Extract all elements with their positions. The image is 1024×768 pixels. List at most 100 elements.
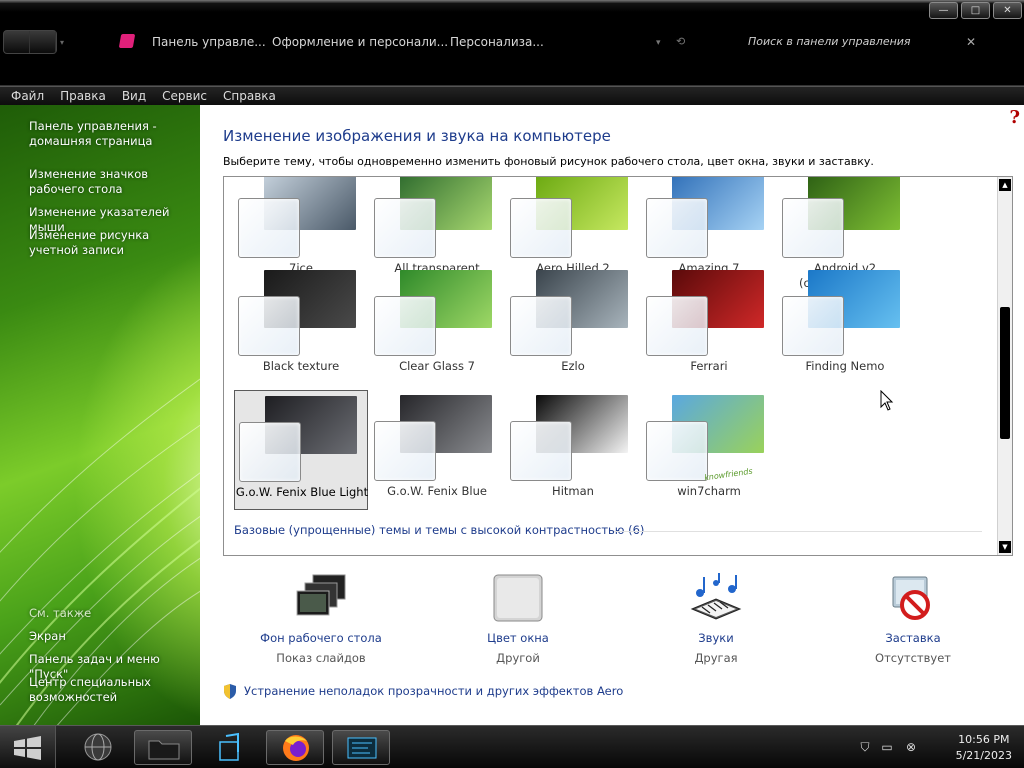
breadcrumb-appearance[interactable]: Оформление и персонали... [272,35,448,49]
see-also-ease-of-access[interactable]: Центр специальных возможностей [29,675,197,705]
title-bar: — □ ✕ ▾ Панель управле... Оформление и п… [0,0,1024,86]
clock[interactable]: 10:56 PM 5/21/2023 [956,732,1012,764]
firefox-icon [283,735,309,761]
theme-item[interactable]: Finding Nemo [778,265,912,385]
back-forward-buttons[interactable] [3,30,57,54]
system-tray: ⛉ ▭ ⊗ 10:56 PM 5/21/2023 [848,726,1024,768]
page-title: Изменение изображения и звука на компьют… [223,127,611,145]
theme-color-swatch [238,296,300,356]
maximize-button[interactable]: □ [961,2,990,19]
theme-label: Ezlo [561,359,585,373]
theme-preview [506,177,640,258]
theme-preview [642,265,776,356]
desktop-background-title[interactable]: Фон рабочего стола [246,631,396,646]
theme-item[interactable]: Ferrari [642,265,776,385]
network-icon[interactable]: ▭ [880,740,894,754]
globe-icon [84,733,112,761]
action-center-icon[interactable]: ⛉ [858,740,872,754]
see-also-display[interactable]: Экран [29,629,197,644]
control-panel-icon [347,737,377,759]
theme-preview [642,177,776,258]
sidebar-link-desktop-icons[interactable]: Изменение значков рабочего стола [29,167,197,197]
breadcrumb-personalization[interactable]: Персонализа... [450,35,544,49]
refresh-icon[interactable]: ⟲ [676,35,685,48]
taskbar-network-globe[interactable] [76,730,120,765]
menu-tools[interactable]: Сервис [154,87,215,105]
theme-preview [506,265,640,356]
theme-item[interactable]: Ezlo [506,265,640,385]
taskbar-control-panel[interactable] [332,730,390,765]
theme-color-swatch [646,198,708,258]
recent-pages-dropdown[interactable]: ▾ [60,38,64,47]
see-also-label: См. также [29,606,92,620]
address-dropdown-icon[interactable]: ▾ [656,38,661,48]
theme-preview [235,391,369,482]
theme-label: win7charm [677,484,741,498]
theme-item[interactable]: Hitman [506,390,640,510]
windows-logo-icon [14,736,41,760]
menu-help[interactable]: Справка [215,87,284,105]
screensaver-setting[interactable]: Заставка Отсутствует [838,573,988,666]
window-color-setting[interactable]: Цвет окна Другой [443,573,593,666]
theme-label: G.o.W. Fenix Blue Light [235,485,369,499]
theme-label: Hitman [552,484,594,498]
theme-preview [370,177,504,258]
menu-view[interactable]: Вид [114,87,154,105]
theme-label: Black texture [262,359,340,373]
themes-scrollbar[interactable]: ▲ ▼ [997,177,1012,555]
scroll-up-arrow[interactable]: ▲ [999,179,1011,191]
close-button[interactable]: ✕ [993,2,1022,19]
theme-item[interactable]: win7charm knowfriends [642,390,776,510]
sidebar-link-home[interactable]: Панель управления - домашняя страница [29,119,197,149]
taskbar-media[interactable] [208,730,252,765]
main-content: ? Изменение изображения и звука на компь… [200,105,1024,725]
basic-themes-link[interactable]: Базовые (упрощенные) темы и темы с высок… [234,523,644,537]
theme-preview [370,265,504,356]
screensaver-title[interactable]: Заставка [838,631,988,646]
back-button[interactable] [4,31,30,53]
theme-label: Ferrari [690,359,728,373]
theme-color-swatch [510,198,572,258]
menu-edit[interactable]: Правка [52,87,114,105]
window-color-title[interactable]: Цвет окна [443,631,593,646]
taskbar: ⛉ ▭ ⊗ 10:56 PM 5/21/2023 [0,725,1024,768]
help-icon[interactable]: ? [1009,107,1020,128]
forward-button[interactable] [30,31,56,53]
start-button[interactable] [0,726,56,768]
aero-troubleshoot-link[interactable]: Устранение неполадок прозрачности и друг… [223,684,623,699]
minimize-button[interactable]: — [929,2,958,19]
theme-label: G.o.W. Fenix Blue [387,484,487,498]
scroll-down-arrow[interactable]: ▼ [999,541,1011,553]
control-panel-icon [118,34,136,48]
sidebar: Панель управления - домашняя страница Из… [0,105,200,725]
theme-color-swatch [374,421,436,481]
sidebar-link-account-picture[interactable]: Изменение рисунка учетной записи [29,228,197,258]
search-clear-icon[interactable]: ✕ [966,35,976,49]
scroll-thumb[interactable] [1000,307,1010,439]
sounds-setting[interactable]: Звуки Другая [641,573,791,666]
volume-muted-icon[interactable]: ⊗ [904,740,918,754]
window-controls: — □ ✕ [929,2,1022,19]
desktop-background-value: Показ слайдов [276,651,366,665]
theme-preview [234,177,368,258]
breadcrumb-control-panel[interactable]: Панель управле... [152,35,266,49]
theme-item[interactable]: Clear Glass 7 [370,265,504,385]
theme-item[interactable]: Black texture [234,265,368,385]
screensaver-value: Отсутствует [875,651,951,665]
sounds-title[interactable]: Звуки [641,631,791,646]
theme-preview [778,265,912,356]
mouse-cursor-icon [880,390,894,411]
theme-item[interactable]: G.o.W. Fenix Blue [370,390,504,510]
shield-icon [224,684,236,699]
menu-file[interactable]: Файл [3,87,52,105]
theme-label: Finding Nemo [805,359,885,373]
taskbar-firefox[interactable] [266,730,324,765]
theme-color-swatch [374,198,436,258]
theme-item[interactable]: G.o.W. Fenix Blue Light [234,390,368,510]
divider [614,531,982,532]
search-input[interactable]: Поиск в панели управления [748,35,948,48]
taskbar-explorer[interactable] [134,730,192,765]
theme-color-swatch [646,421,708,481]
aero-troubleshoot-label[interactable]: Устранение неполадок прозрачности и друг… [244,684,623,698]
desktop-background-setting[interactable]: Фон рабочего стола Показ слайдов [246,573,396,666]
